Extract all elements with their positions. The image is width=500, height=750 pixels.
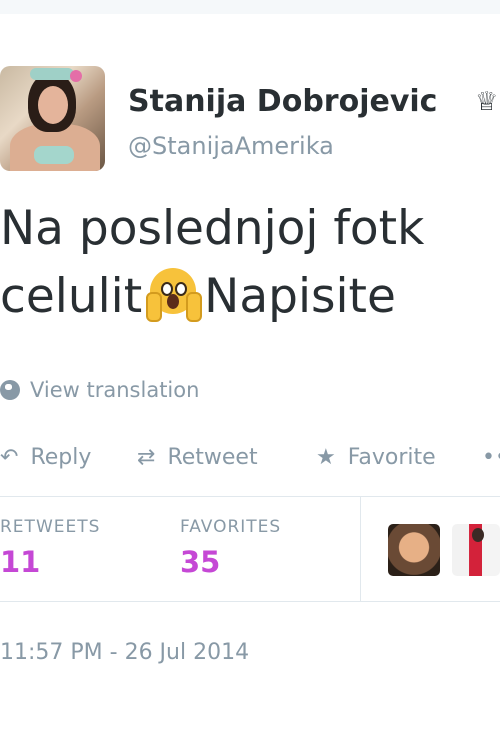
tweet-actions: ↶ Reply ⇄ Retweet ★ Favorite •• [0, 440, 500, 474]
tweet-text-line-2: celulit Napisite [0, 263, 500, 331]
favorite-label: Favorite [347, 444, 436, 470]
star-icon: ★ [316, 444, 336, 470]
reply-label: Reply [30, 444, 92, 470]
face-screaming-in-fear-icon [146, 268, 203, 322]
favoriter-avatar[interactable] [452, 524, 500, 576]
avatar-top [34, 146, 74, 164]
top-bar [0, 0, 500, 14]
favorites-count: 35 [180, 545, 221, 579]
more-button[interactable]: •• [482, 440, 500, 474]
more-icon: •• [482, 444, 500, 470]
avatar-face [38, 86, 68, 124]
retweets-count: 11 [0, 545, 41, 579]
view-translation-label: View translation [30, 378, 200, 402]
author-avatar[interactable] [0, 66, 105, 171]
divider [0, 601, 500, 602]
globe-icon [0, 380, 20, 400]
author-display-name[interactable]: Stanija Dobrojevic [128, 84, 437, 119]
favoriter-avatar[interactable] [388, 524, 440, 576]
tweet-text-line-1: Na poslednjoj fotk [0, 201, 425, 256]
view-translation-link[interactable]: View translation [0, 376, 199, 404]
reply-icon: ↶ [0, 444, 19, 470]
avatar-hat [30, 68, 74, 80]
tweet-text-word-napisite: Napisite [204, 269, 396, 324]
favorite-button[interactable]: ★ Favorite [316, 440, 436, 474]
retweet-label: Retweet [167, 444, 258, 470]
tweet-timestamp[interactable]: 11:57 PM - 26 Jul 2014 [0, 640, 249, 665]
avatar-flower [70, 70, 82, 82]
crown-icon: ♕ [475, 88, 499, 116]
retweets-label: RETWEETS [0, 517, 101, 537]
retweet-icon: ⇄ [137, 444, 156, 470]
tweet-text: Na poslednjoj fotk celulit Napisite [0, 195, 500, 331]
tweet-text-word-celulit: celulit [0, 269, 143, 324]
retweet-button[interactable]: ⇄ Retweet [137, 440, 258, 474]
author-username[interactable]: @StanijaAmerika [128, 132, 334, 160]
tweet-stats: RETWEETS 11 FAVORITES 35 [0, 497, 500, 601]
favorites-label: FAVORITES [180, 517, 282, 537]
reply-button[interactable]: ↶ Reply [0, 440, 91, 474]
favorites-stat[interactable]: FAVORITES 35 [180, 517, 281, 579]
retweets-stat[interactable]: RETWEETS 11 [0, 517, 100, 579]
stats-separator [360, 497, 361, 601]
